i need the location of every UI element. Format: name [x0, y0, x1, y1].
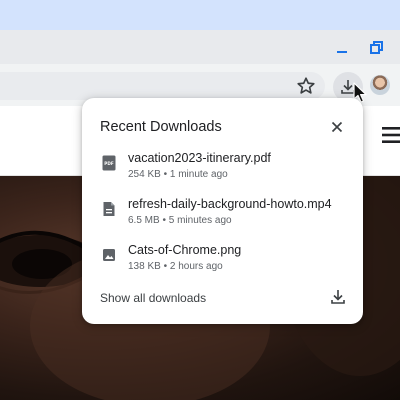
desktop-background: [0, 0, 400, 30]
download-item[interactable]: Cats-of-Chrome.png 138 KB • 2 hours ago: [82, 243, 363, 283]
star-outline-icon[interactable]: [295, 75, 317, 97]
download-file-meta: 6.5 MB • 5 minutes ago: [128, 215, 232, 226]
restore-icon[interactable]: [366, 38, 386, 58]
avatar[interactable]: [370, 75, 390, 95]
download-file-name: vacation2023-itinerary.pdf: [128, 151, 271, 165]
show-all-downloads-link[interactable]: Show all downloads: [100, 291, 206, 305]
download-file-meta: 138 KB • 2 hours ago: [128, 261, 223, 272]
download-file-name: Cats-of-Chrome.png: [128, 243, 242, 257]
download-file-name: refresh-daily-background-howto.mp4: [128, 197, 332, 211]
download-file-size: 138 KB: [128, 261, 161, 272]
download-file-meta: 254 KB • 1 minute ago: [128, 169, 228, 180]
document-file-icon: [103, 202, 115, 216]
downloads-popup: Recent Downloads PDF vacation2023-itiner…: [82, 98, 363, 324]
close-icon[interactable]: [328, 118, 346, 136]
popup-title: Recent Downloads: [100, 119, 222, 135]
download-icon[interactable]: [330, 288, 346, 306]
download-file-size: 254 KB: [128, 169, 161, 180]
minimize-icon[interactable]: [332, 38, 352, 58]
hamburger-menu-icon[interactable]: [382, 124, 400, 146]
download-file-size: 6.5 MB: [128, 215, 160, 226]
download-item[interactable]: PDF vacation2023-itinerary.pdf 254 KB • …: [82, 151, 363, 191]
svg-text:PDF: PDF: [104, 161, 114, 166]
address-bar[interactable]: [0, 72, 325, 100]
download-item[interactable]: refresh-daily-background-howto.mp4 6.5 M…: [82, 197, 363, 237]
image-file-icon: [103, 249, 115, 261]
download-file-time: 5 minutes ago: [168, 215, 232, 226]
download-file-time: 2 hours ago: [169, 261, 223, 272]
download-file-time: 1 minute ago: [169, 169, 228, 180]
pdf-file-icon: PDF: [102, 155, 116, 171]
